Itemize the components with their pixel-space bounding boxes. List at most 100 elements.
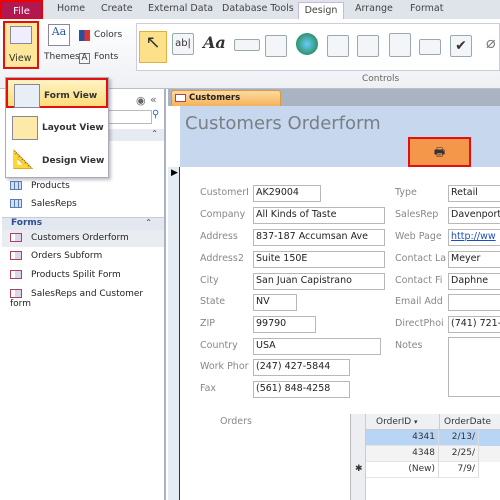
- row-selector-column[interactable]: [351, 414, 366, 500]
- table-icon: [10, 199, 22, 208]
- nav-item-salesreps[interactable]: SalesReps: [10, 199, 77, 209]
- table-icon: [10, 181, 22, 190]
- tab-file[interactable]: File: [0, 0, 43, 20]
- field-label: State: [200, 296, 226, 307]
- field-input[interactable]: 837-187 Accumsan Ave: [253, 229, 385, 246]
- field-label: Work Phor: [200, 361, 249, 372]
- search-icon[interactable]: ⚲: [152, 109, 159, 120]
- field-label: Type: [395, 187, 417, 198]
- field-input[interactable]: NV: [253, 294, 297, 311]
- field-label: CustomerI: [200, 187, 249, 198]
- field-label: DirectPhoi: [395, 318, 444, 329]
- collapse-icon[interactable]: ⌃: [151, 129, 158, 138]
- hyperlink-icon[interactable]: [296, 33, 318, 55]
- tab-arrange[interactable]: Arrange: [355, 3, 393, 14]
- section-header-forms[interactable]: Forms ⌃: [2, 217, 164, 230]
- view-button[interactable]: View: [3, 21, 39, 69]
- print-button[interactable]: 🖶: [408, 137, 471, 167]
- colors-icon: [79, 30, 90, 41]
- field-label: Company: [200, 209, 246, 220]
- colors-button[interactable]: Colors: [94, 30, 122, 40]
- nav-menu-icon[interactable]: ◉: [136, 94, 146, 107]
- menu-item-design-view[interactable]: 📐 Design View: [6, 145, 108, 177]
- form-icon: [10, 233, 22, 242]
- field-input[interactable]: (741) 721-7: [448, 316, 500, 333]
- nav-item-customers-orderform[interactable]: Customers Orderform: [10, 233, 129, 243]
- field-input[interactable]: Suite 150E: [253, 251, 385, 268]
- select-pointer-icon[interactable]: ↖: [139, 31, 167, 63]
- cell-orderid[interactable]: 4348: [366, 446, 439, 462]
- field-label: SalesRep: [395, 209, 439, 220]
- cell-orderdate[interactable]: 7/9/: [439, 462, 479, 478]
- nav-item-orders-subform[interactable]: Orders Subform: [10, 251, 102, 261]
- nav-item-products-split-form[interactable]: Products Spilit Form: [10, 270, 121, 280]
- column-header-orderid[interactable]: OrderID ▾: [376, 417, 418, 427]
- tab-design[interactable]: Design: [298, 2, 344, 20]
- column-header-orderdate[interactable]: OrderDate: [439, 414, 491, 430]
- record-selector[interactable]: ▶: [168, 167, 180, 500]
- field-input[interactable]: AK29004: [253, 185, 321, 202]
- field-input[interactable]: http://ww: [448, 229, 500, 246]
- combo-box-icon[interactable]: [389, 33, 411, 57]
- field-label: Contact Fi: [395, 275, 443, 286]
- web-browser-icon[interactable]: [327, 35, 349, 57]
- controls-group-label: Controls: [362, 74, 400, 84]
- cell-orderdate[interactable]: 2/13/: [439, 430, 479, 446]
- field-input[interactable]: USA: [253, 338, 381, 355]
- themes-button[interactable]: Themes: [44, 52, 80, 62]
- tab-control-icon[interactable]: [265, 35, 287, 57]
- field-input[interactable]: [448, 294, 500, 311]
- list-box-icon[interactable]: [419, 39, 441, 55]
- design-view-icon: 📐: [12, 149, 35, 170]
- field-label: Contact La: [395, 253, 447, 264]
- search-input[interactable]: [108, 110, 152, 124]
- field-label: Country: [200, 340, 238, 351]
- sort-dropdown-icon[interactable]: ▾: [414, 418, 418, 426]
- field-label: Address: [200, 231, 238, 242]
- nav-item-products[interactable]: Products: [10, 181, 70, 191]
- field-label: Address2: [200, 253, 244, 264]
- tab-external-data[interactable]: External Data: [148, 3, 213, 14]
- field-input[interactable]: 99790: [253, 316, 316, 333]
- field-input[interactable]: All Kinds of Taste: [253, 207, 385, 224]
- field-input[interactable]: Meyer: [448, 251, 500, 268]
- tab-home[interactable]: Home: [57, 3, 85, 14]
- field-input[interactable]: [448, 337, 500, 397]
- form-icon: [10, 289, 22, 298]
- menu-item-layout-view[interactable]: Layout View: [6, 112, 108, 144]
- textbox-icon[interactable]: ab|: [172, 33, 194, 55]
- tab-database-tools[interactable]: Database Tools: [222, 3, 294, 14]
- attachment-icon[interactable]: ⌀: [486, 33, 496, 52]
- tab-create[interactable]: Create: [101, 3, 133, 14]
- current-record-icon: ▶: [171, 168, 178, 178]
- field-label: ZIP: [200, 318, 216, 329]
- form-view-icon: [14, 84, 40, 108]
- nav-item-salesreps-customer-form[interactable]: SalesReps and Customer form: [10, 289, 164, 309]
- tab-format[interactable]: Format: [410, 3, 443, 14]
- field-input[interactable]: San Juan Capistrano: [253, 273, 385, 290]
- field-input[interactable]: (247) 427-5844: [253, 359, 350, 376]
- cell-orderid[interactable]: (New): [366, 462, 439, 478]
- field-label: Notes: [395, 340, 423, 351]
- orders-datasheet: OrderID ▾ OrderDate 4341 2/13/ 4348 2/25…: [350, 414, 500, 500]
- field-label: Fax: [200, 383, 217, 394]
- label-icon[interactable]: Aa: [203, 33, 226, 52]
- collapse-icon[interactable]: ⌃: [145, 218, 152, 227]
- form-icon: [10, 251, 22, 260]
- cell-orderdate[interactable]: 2/25/: [439, 446, 479, 462]
- field-input[interactable]: (561) 848-4258: [253, 381, 350, 398]
- cell-orderid[interactable]: 4341: [366, 430, 439, 446]
- section-header-tables[interactable]: ⌃: [108, 129, 164, 141]
- collapse-pane-icon[interactable]: «: [150, 93, 157, 106]
- layout-view-icon: [12, 116, 38, 140]
- document-tab-customers-orderform[interactable]: Customers Orderform: [171, 90, 281, 118]
- menu-item-form-view[interactable]: Form View: [6, 78, 108, 108]
- fonts-button[interactable]: Fonts: [94, 52, 118, 62]
- field-input[interactable]: Davenport: [448, 207, 500, 224]
- field-input[interactable]: Daphne: [448, 273, 500, 290]
- checkbox-icon[interactable]: ✔: [450, 35, 472, 57]
- field-input[interactable]: Retail: [448, 185, 500, 202]
- navigation-control-icon[interactable]: [357, 35, 379, 57]
- themes-icon[interactable]: Aa: [48, 24, 70, 46]
- button-icon[interactable]: [234, 39, 260, 51]
